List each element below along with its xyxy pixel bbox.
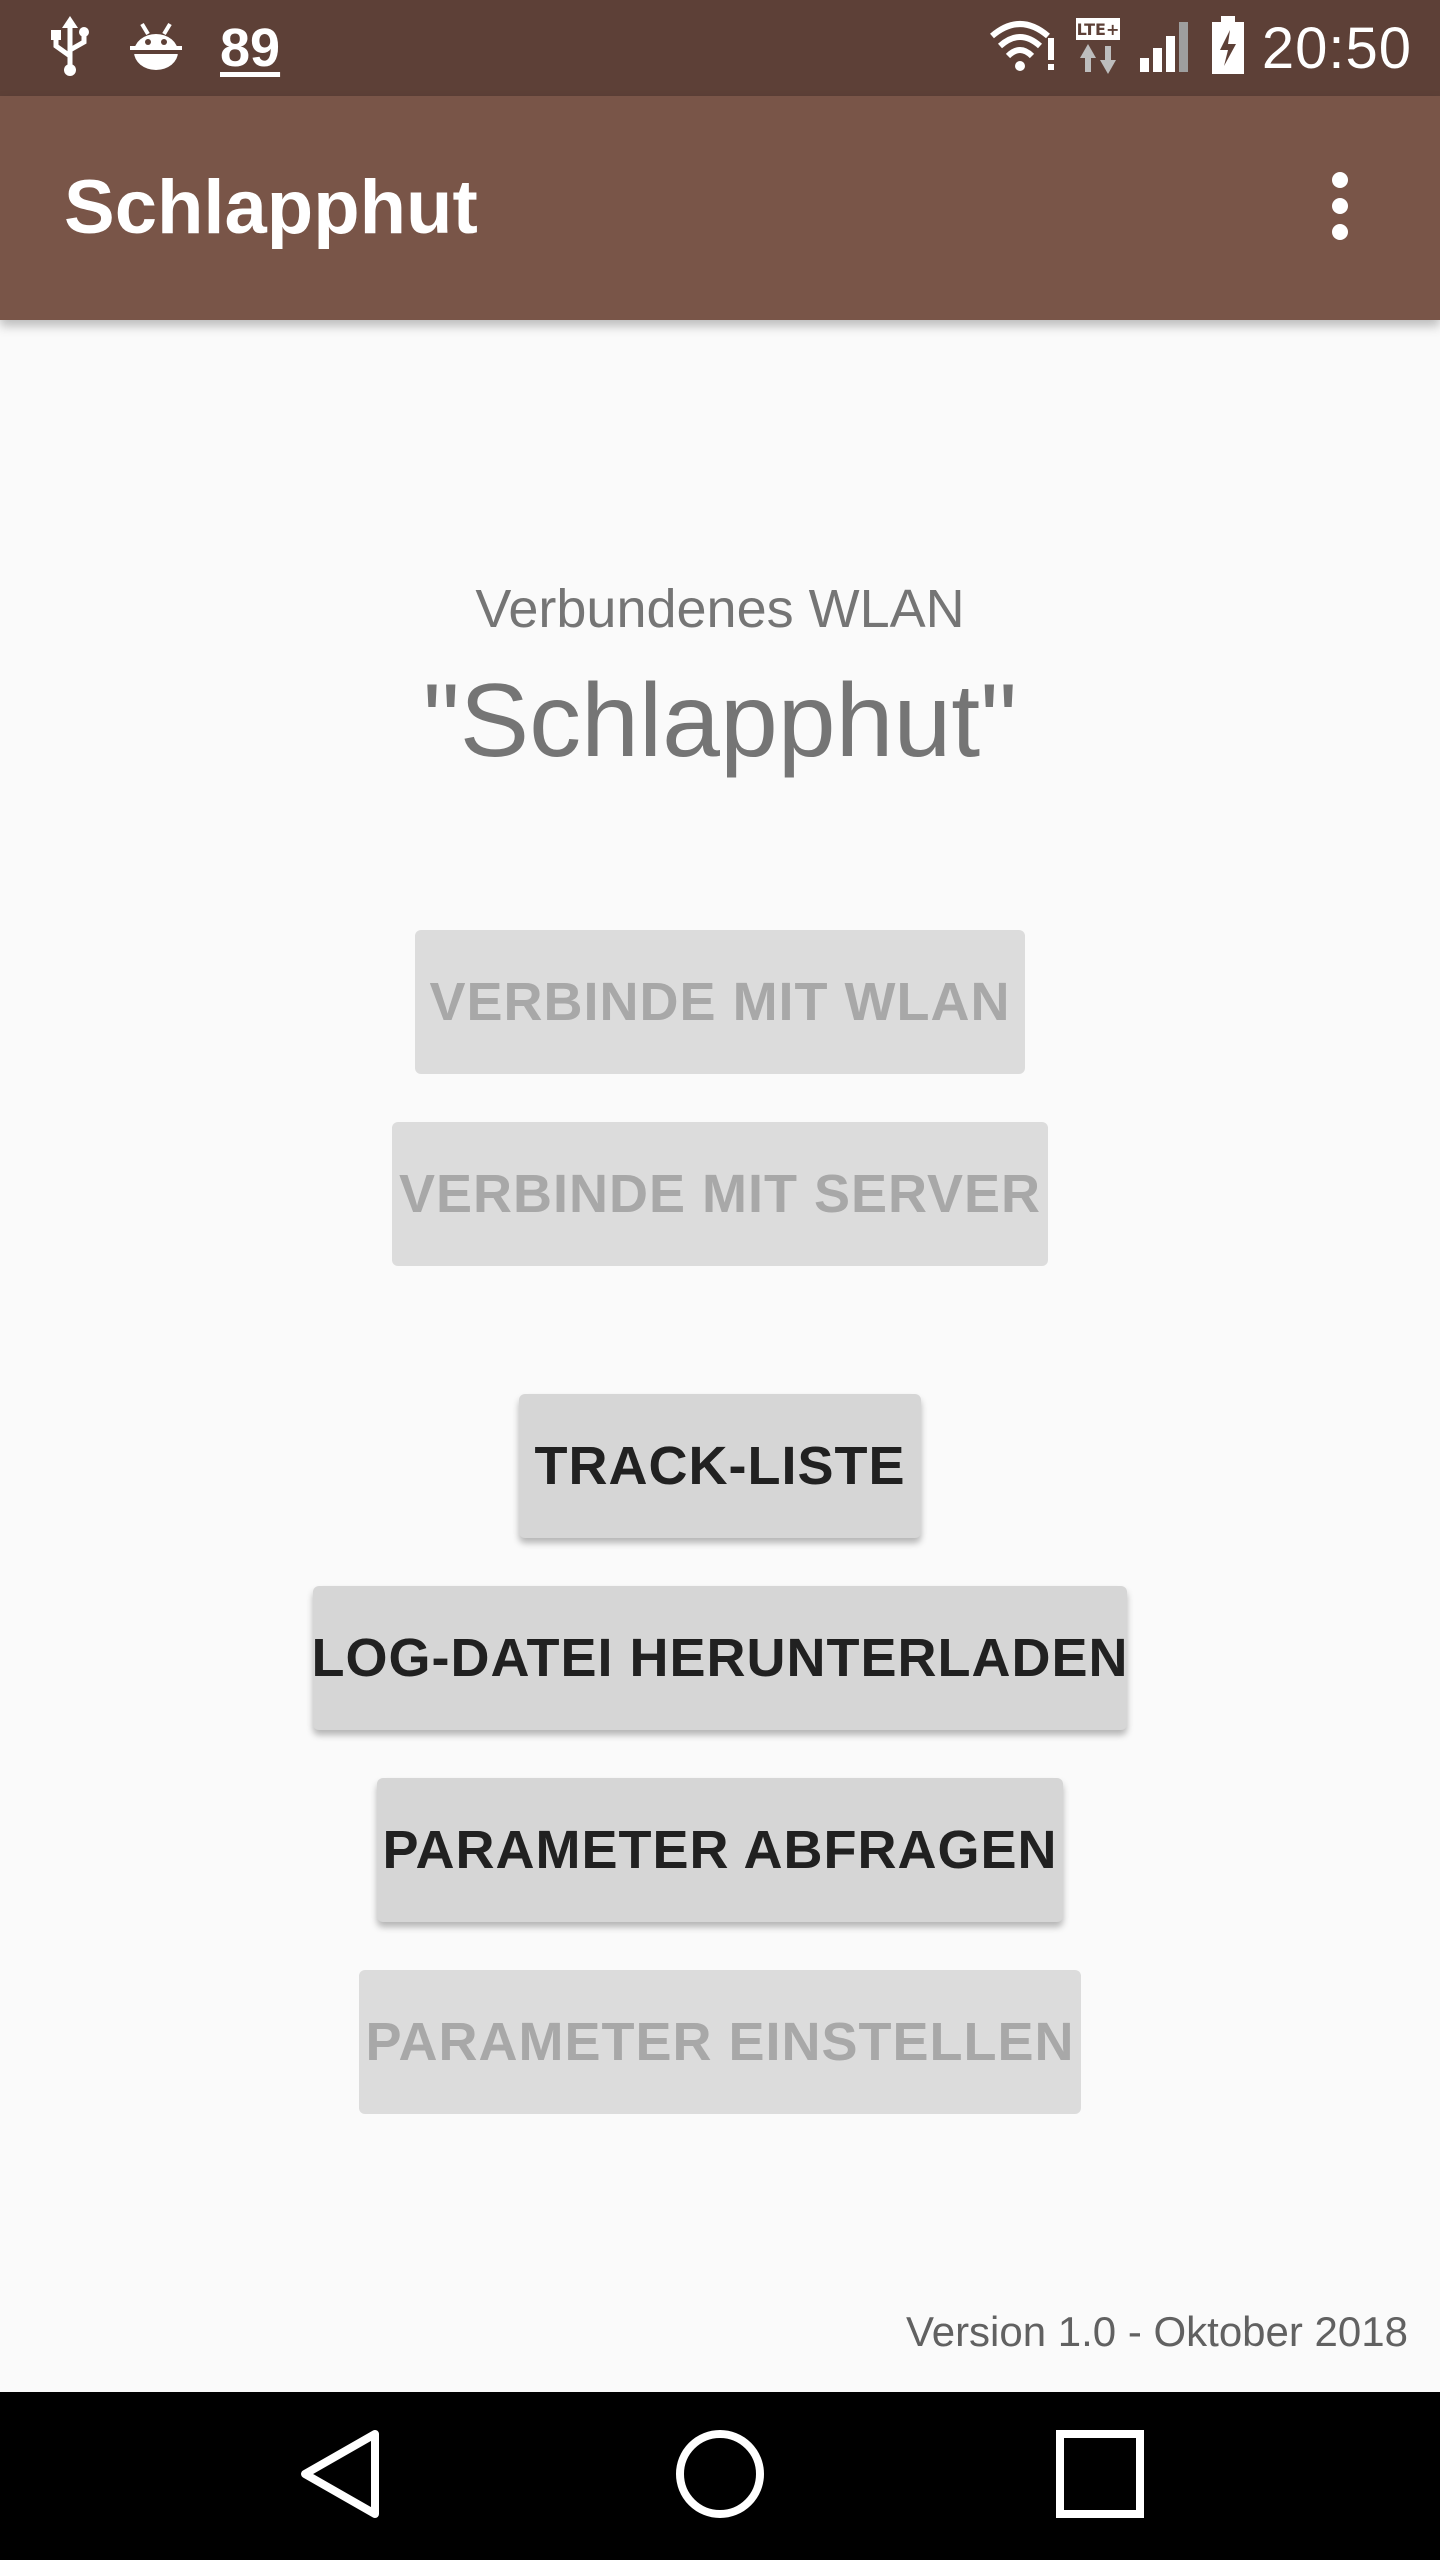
android-debug-icon (128, 18, 184, 79)
recents-icon (1052, 2426, 1148, 2527)
status-bar-left: 89 (48, 0, 280, 96)
wifi-icon (989, 18, 1058, 79)
navigation-bar (0, 2392, 1440, 2560)
recents-button[interactable] (1040, 2416, 1160, 2536)
signal-icon (1138, 18, 1194, 79)
app-bar: Schlapphut (0, 96, 1440, 320)
svg-text:LTE+: LTE+ (1076, 20, 1119, 39)
wlan-name: "Schlapphut" (422, 663, 1018, 779)
query-parameters-button[interactable]: PARAMETER ABFRAGEN (377, 1778, 1063, 1922)
wlan-label: Verbundenes WLAN (475, 579, 965, 639)
more-options-button[interactable] (1280, 148, 1400, 268)
home-button[interactable] (660, 2416, 780, 2536)
battery-charging-icon (1210, 15, 1246, 81)
back-icon (295, 2426, 385, 2527)
connect-wlan-button[interactable]: VERBINDE MIT WLAN (415, 930, 1025, 1074)
track-list-button[interactable]: TRACK-LISTE (519, 1394, 921, 1538)
connect-server-button[interactable]: VERBINDE MIT SERVER (392, 1122, 1048, 1266)
download-log-button[interactable]: LOG-DATEI HERUNTERLADEN (312, 1586, 1127, 1730)
usb-icon (48, 15, 92, 81)
app-title: Schlapphut (64, 165, 478, 250)
home-icon (672, 2426, 768, 2527)
more-vert-icon (1328, 170, 1352, 247)
status-bar: 89 LTE+ 20:50 (0, 0, 1440, 96)
lte-icon: LTE+ (1074, 16, 1122, 81)
set-parameters-button[interactable]: PARAMETER EINSTELLEN (359, 1970, 1081, 2114)
status-bar-right: LTE+ 20:50 (989, 0, 1412, 96)
status-time: 20:50 (1261, 15, 1412, 81)
version-label: Version 1.0 - Oktober 2018 (906, 2308, 1408, 2355)
notification-count: 89 (220, 18, 281, 78)
back-button[interactable] (280, 2416, 400, 2536)
